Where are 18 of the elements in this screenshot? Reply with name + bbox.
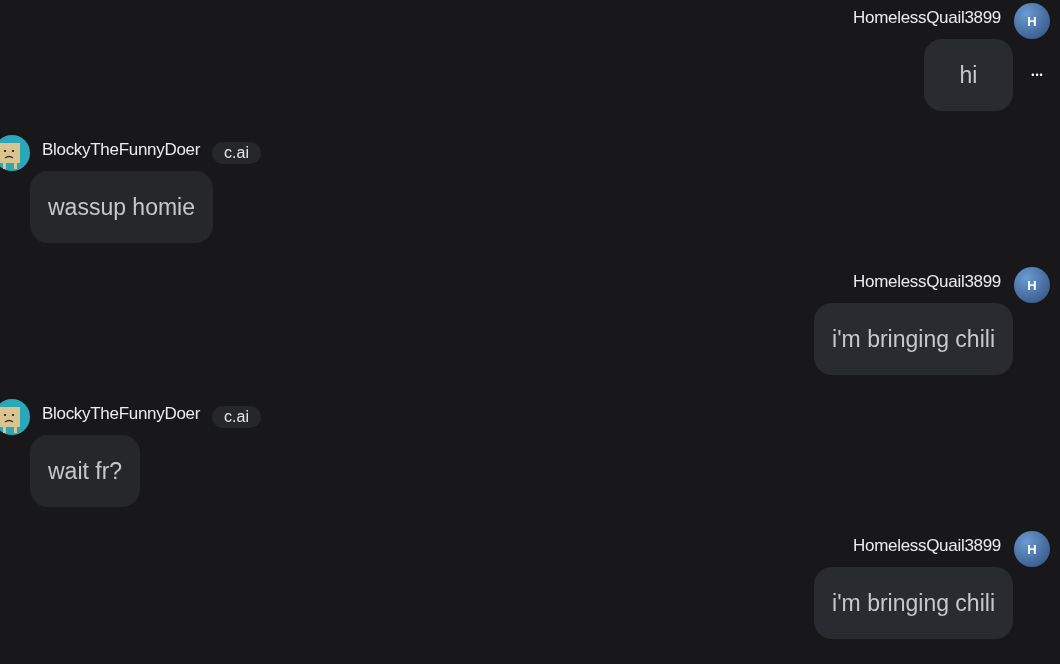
message-bubble: wait fr? [30,435,141,507]
character-tag: c.ai [212,142,261,164]
more-options-button[interactable]: ••• [1031,70,1044,80]
character-tag: c.ai [212,406,261,428]
message-bubble: wassup homie [30,171,214,243]
user-avatar: H [1014,3,1050,39]
character-avatar [0,399,30,435]
message-bubble: i'm bringing chili [814,303,1013,375]
user-avatar: H [1014,531,1050,567]
user-avatar: H [1014,267,1050,303]
message-bubble: i'm bringing chili [814,567,1013,639]
character-name: BlockyTheFunnyDoer [42,140,201,160]
username: HomelessQuail3899 [853,8,1001,28]
character-name: BlockyTheFunnyDoer [42,404,201,424]
username: HomelessQuail3899 [853,536,1001,556]
character-avatar [0,135,30,171]
message-bubble: hi [924,39,1013,111]
username: HomelessQuail3899 [853,272,1001,292]
